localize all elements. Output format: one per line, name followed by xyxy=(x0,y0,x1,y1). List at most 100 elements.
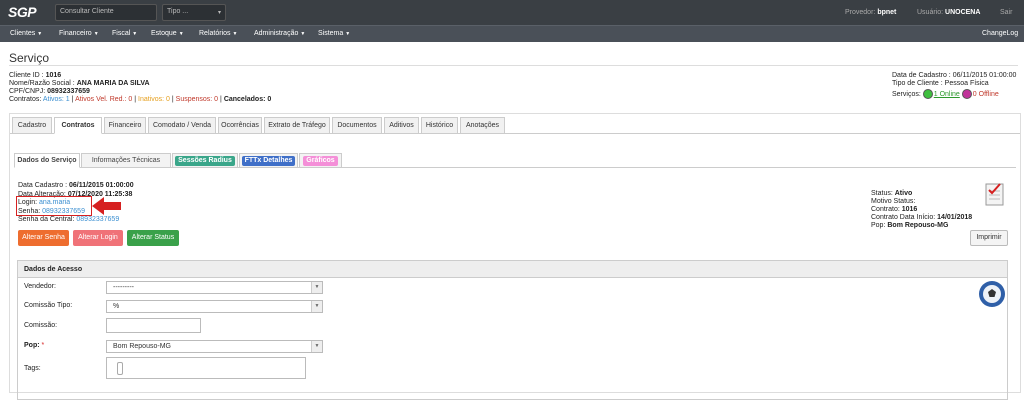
pop-select[interactable]: Bom Repouso-MG ▼ xyxy=(106,340,323,353)
user-info: Usuário: UNOCENA xyxy=(917,9,980,16)
chevron-down-icon: ▼ xyxy=(93,31,99,37)
seller-select-value: --------- xyxy=(113,284,134,291)
online-link[interactable]: 1 Online xyxy=(934,91,960,98)
nav-label: Fiscal xyxy=(112,30,131,37)
checklist-icon[interactable] xyxy=(984,181,1006,207)
nav-label: Clientes xyxy=(10,30,36,37)
central-password-label: Senha da Central: xyxy=(18,216,75,223)
tags-label: Tags: xyxy=(24,365,41,372)
chevron-down-icon: ▼ xyxy=(300,31,306,37)
provider-info: Provedor: bpnet xyxy=(845,9,896,16)
tab-cadastro[interactable]: Cadastro xyxy=(12,117,52,134)
tab-documentos[interactable]: Documentos xyxy=(332,117,382,134)
tags-input[interactable] xyxy=(106,357,306,379)
contract-start-value: 14/01/2018 xyxy=(937,214,973,221)
change-password-button[interactable]: Alterar Senha xyxy=(18,230,69,246)
nav-administracao[interactable]: Administração ▼ xyxy=(254,30,305,37)
subtab-sessoes-radius[interactable]: Sessões Radius xyxy=(172,153,238,168)
separator: | xyxy=(134,96,137,103)
subtab-fttx[interactable]: FTTx Detalhes xyxy=(239,153,298,168)
contract-label: Contrato: xyxy=(871,206,900,213)
subtab-dados-servico[interactable]: Dados do Serviço xyxy=(14,153,80,168)
pop-label: Pop: xyxy=(871,222,886,229)
client-doc: 08932337659 xyxy=(47,88,90,95)
nav-fiscal[interactable]: Fiscal ▼ xyxy=(112,30,137,37)
changelog-link[interactable]: ChangeLog xyxy=(982,30,1018,37)
status-reason-label: Motivo Status: xyxy=(871,198,916,205)
svc-created-value: 06/11/2015 01:00:00 xyxy=(68,182,134,189)
client-type-label: Tipo de Cliente : xyxy=(892,80,943,87)
commission-type-value: % xyxy=(113,303,120,310)
subtab-info-tecnicas[interactable]: Informações Técnicas xyxy=(81,153,171,168)
search-input[interactable]: Consultar Cliente xyxy=(55,4,157,21)
graficos-pill: Gráficos xyxy=(303,156,338,166)
client-name: ANA MARIA DA SILVA xyxy=(76,80,150,87)
nav-relatorios[interactable]: Relatórios ▼ xyxy=(199,30,237,37)
services-label: Serviços: xyxy=(892,91,921,98)
logout-link[interactable]: Sair xyxy=(1000,9,1012,16)
radius-pill: Sessões Radius xyxy=(175,156,235,166)
soccer-ball-icon[interactable] xyxy=(978,280,1006,308)
nav-estoque[interactable]: Estoque ▼ xyxy=(151,30,184,37)
seller-select[interactable]: --------- ▼ xyxy=(106,281,323,294)
tab-comodato[interactable]: Comodato / Venda xyxy=(148,117,216,134)
tab-historico[interactable]: Histórico xyxy=(421,117,458,134)
contract-start-label: Contrato Data Início: xyxy=(871,214,936,221)
nav-clientes[interactable]: Clientes ▼ xyxy=(10,30,42,37)
tags-cursor xyxy=(117,362,123,375)
required-mark: * xyxy=(41,342,45,349)
change-login-button[interactable]: Alterar Login xyxy=(73,230,123,246)
client-name-label: Nome/Razão Social : xyxy=(9,80,75,87)
tab-anotacoes[interactable]: Anotações xyxy=(460,117,505,134)
chevron-down-icon: ▼ xyxy=(232,31,238,37)
nav-sistema[interactable]: Sistema ▼ xyxy=(318,30,350,37)
commission-label: Comissão: xyxy=(24,322,58,329)
nav-label: Estoque xyxy=(151,30,177,37)
provider-value: bpnet xyxy=(877,9,897,16)
offline-icon xyxy=(961,89,972,99)
subtab-graficos[interactable]: Gráficos xyxy=(299,153,342,168)
seller-label: Vendedor: xyxy=(24,283,56,290)
tab-extrato[interactable]: Extrato de Tráfego xyxy=(264,117,330,134)
contracts-cancelados[interactable]: Cancelados: 0 xyxy=(224,96,271,103)
contracts-label: Contratos: xyxy=(9,96,42,103)
central-password-value[interactable]: 08932337659 xyxy=(76,216,119,223)
pop-field-label-text: Pop: xyxy=(24,342,40,349)
contracts-ativos-red[interactable]: Ativos Vel. Red.: 0 xyxy=(75,96,132,103)
main-nav: Clientes ▼ Financeiro ▼ Fiscal ▼ Estoque ▼ R… xyxy=(0,25,1024,42)
created-value: 06/11/2015 01:00:00 xyxy=(952,72,1017,79)
client-type-value: Pessoa Física xyxy=(944,80,989,87)
page-title: Serviço xyxy=(9,51,50,65)
tab-financeiro[interactable]: Financeiro xyxy=(104,117,146,134)
contracts-ativos[interactable]: Ativos: 1 xyxy=(43,96,70,103)
commission-type-select[interactable]: % ▼ xyxy=(106,300,323,313)
chevron-down-icon: ▼ xyxy=(311,341,322,352)
app-logo[interactable]: SGP xyxy=(8,4,37,20)
highlight-box xyxy=(16,196,92,216)
chevron-down-icon: ▾ xyxy=(217,10,221,16)
nav-financeiro[interactable]: Financeiro ▼ xyxy=(59,30,99,37)
tab-ocorrencias[interactable]: Ocorrências xyxy=(218,117,262,134)
separator: | xyxy=(220,96,222,103)
client-meta: Data de Cadastro : 06/11/2015 01:00:00 T… xyxy=(892,72,1020,99)
commission-input[interactable] xyxy=(106,318,201,333)
change-status-button[interactable]: Alterar Status xyxy=(127,230,179,246)
contracts-suspensos[interactable]: Suspensos: 0 xyxy=(176,96,218,103)
nav-label: Financeiro xyxy=(59,30,92,37)
user-label: Usuário: xyxy=(917,9,944,16)
client-summary: Cliente ID : 1016 Nome/Razão Social : AN… xyxy=(9,72,271,104)
tab-aditivos[interactable]: Aditivos xyxy=(384,117,419,134)
print-button[interactable]: Imprimir xyxy=(970,230,1008,246)
separator: | xyxy=(71,96,74,103)
tab-contratos[interactable]: Contratos xyxy=(54,117,102,134)
chevron-down-icon: ▼ xyxy=(178,31,184,37)
offline-link[interactable]: 0 Offline xyxy=(973,91,999,98)
contracts-inativos[interactable]: Inativos: 0 xyxy=(138,96,170,103)
contract-value: 1016 xyxy=(901,206,918,213)
created-label: Data de Cadastro : xyxy=(892,72,951,79)
service-status-block: Status: Ativo Motivo Status: Contrato: 1… xyxy=(871,190,972,230)
chevron-down-icon: ▼ xyxy=(311,282,322,293)
chevron-down-icon: ▼ xyxy=(132,31,138,37)
nav-label: Relatórios xyxy=(199,30,231,37)
type-select[interactable]: Tipo ... ▾ xyxy=(162,4,226,21)
